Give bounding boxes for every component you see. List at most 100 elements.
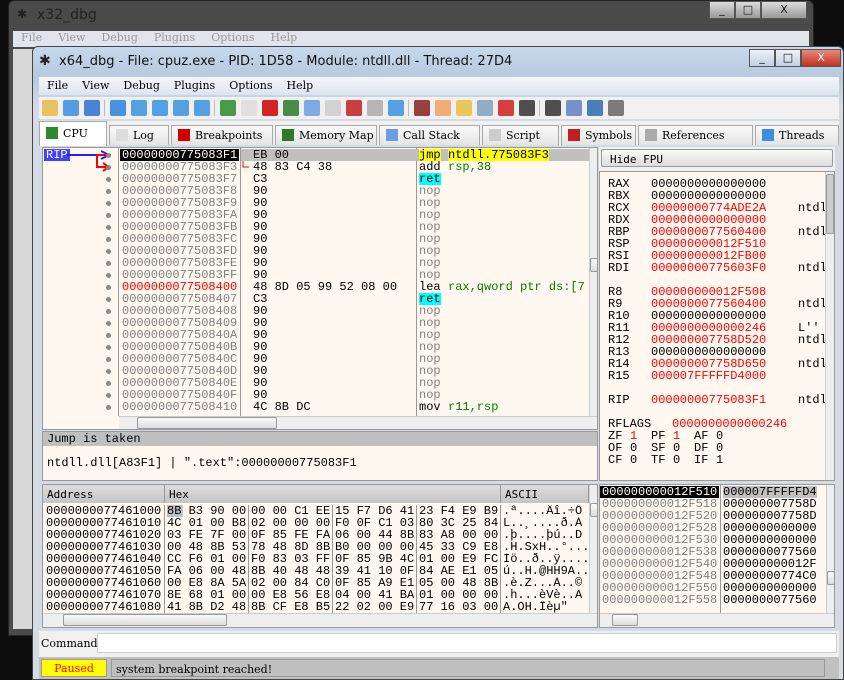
open-folder-button[interactable] [42,100,58,116]
memory-map-button[interactable] [283,100,299,116]
breakpoint-dot[interactable] [106,405,111,410]
calculator-device-button[interactable] [566,100,582,116]
threads-button[interactable] [388,100,404,116]
execute-till-return-button[interactable] [194,100,210,116]
flag-value[interactable]: 1 [716,454,723,466]
strings-button[interactable] [545,100,561,116]
tab-breakpoints[interactable]: Breakpoints [171,125,273,145]
dump-hex-group[interactable]: 77 16 03 00 [419,601,498,613]
register-row[interactable]: RDI 00000000775603F0 ntdl [608,262,828,274]
symbols-button[interactable] [346,100,362,116]
log-button[interactable] [241,100,257,116]
disassembly-view[interactable]: RIP 00000000775083F1 EB 00 jmp ntdll.775083… [42,147,598,430]
bg-menu-options[interactable]: Options [211,31,254,44]
breakpoint-dot[interactable] [106,153,111,158]
menu-debug[interactable]: Debug [115,77,166,92]
tab-log[interactable]: Log [109,125,169,145]
stack-horizontal-scrollbar[interactable] [600,613,834,627]
breakpoint-dot[interactable] [106,369,111,374]
dump-row[interactable]: 0000000077461080 41 8B D2 48 8B CF E8 B5 22… [43,601,589,613]
breakpoint-dot[interactable] [106,165,111,170]
patch-button[interactable] [435,100,451,116]
stack-row[interactable]: 000000000012F558 0000000077560 [600,594,826,606]
disasm-vertical-scrollbar[interactable] [589,148,597,416]
breakpoint-dot[interactable] [106,273,111,278]
pause-button[interactable] [131,100,147,116]
step-into-button[interactable] [152,100,168,116]
maximize-button[interactable]: □ [775,49,801,67]
breakpoint-dot[interactable] [106,309,111,314]
minimize-button[interactable]: _ [749,49,775,67]
flag-value[interactable]: 0 [673,454,680,466]
breakpoint-dot[interactable] [106,213,111,218]
bg-menu-view[interactable]: View [58,31,85,44]
breakpoint-dot[interactable] [106,225,111,230]
cpu-button[interactable] [220,100,236,116]
breakpoint-dot[interactable] [106,249,111,254]
breakpoint-dot[interactable] [106,393,111,398]
registers-view[interactable]: RAX 0000000000000000 RBX 0000000000000000 RC… [599,171,835,481]
menu-help[interactable]: Help [279,77,320,92]
labels-button[interactable] [477,100,493,116]
breakpoint-dot[interactable] [106,189,111,194]
dump-header-ascii[interactable]: ASCII [501,485,589,503]
breakpoint-dot[interactable] [106,261,111,266]
hide-fpu-button[interactable]: Hide FPU [601,149,833,167]
breakpoint-dot[interactable] [106,201,111,206]
dump-hex-group[interactable]: 41 8B D2 48 [167,601,246,613]
tab-cpu[interactable]: CPU [39,121,107,146]
calculator-button[interactable] [608,100,624,116]
tab-threads[interactable]: Threads [755,125,839,145]
breakpoint-dot[interactable] [106,321,111,326]
bg-menu-help[interactable]: Help [271,31,298,44]
breakpoint-dot[interactable] [106,285,111,290]
menu-file[interactable]: File [39,77,74,92]
breakpoint-dot[interactable] [106,177,111,182]
dump-header-hex[interactable]: Hex [165,485,501,503]
register-row[interactable]: RIP 00000000775083F1 ntdl [608,394,828,406]
menu-view[interactable]: View [74,77,115,92]
script-button[interactable] [325,100,341,116]
menu-options[interactable]: Options [221,77,278,92]
dump-horizontal-scrollbar[interactable] [43,613,597,627]
breakpoint-button[interactable] [262,100,278,116]
stack-view[interactable]: 000000000012F510 000007FFFFFD4 00000000001… [599,484,835,628]
restart-button[interactable] [63,100,79,116]
dump-hex-group[interactable]: 22 02 00 E9 [335,601,414,613]
breakpoint-dot[interactable] [106,297,111,302]
breakpoint-dot[interactable] [106,357,111,362]
step-over-button[interactable] [173,100,189,116]
menu-plugins[interactable]: Plugins [166,77,221,92]
memory-dump-view[interactable]: Address Hex ASCII 0000000077461000 8B B3 … [42,484,598,628]
tab-call-stack[interactable]: Call Stack [379,125,480,145]
dump-vertical-scrollbar[interactable] [589,485,597,613]
functions-button[interactable] [519,100,535,116]
tab-script[interactable]: Script [482,125,559,145]
call-stack-button[interactable] [304,100,320,116]
stop-button[interactable] [84,100,100,116]
breakpoint-dot[interactable] [106,237,111,242]
breakpoint-dot[interactable] [106,333,111,338]
registers-scrollbar[interactable] [825,172,834,480]
tab-symbols[interactable]: Symbols [561,125,636,145]
tab-memory-map[interactable]: Memory Map [275,125,377,145]
dump-hex-group[interactable]: 8B CF E8 B5 [251,601,330,613]
bg-menu-debug[interactable]: Debug [101,31,138,44]
command-input[interactable] [97,633,837,653]
tab-references[interactable]: References [638,125,753,145]
close-button[interactable]: X [801,49,841,67]
run-button[interactable] [110,100,126,116]
bg-maximize-button[interactable]: □ [735,1,761,19]
flag-value[interactable]: 0 [630,454,637,466]
register-value[interactable]: 000007FFFFFD4000 [651,370,766,382]
register-value[interactable]: 00000000775083F1 [651,394,766,406]
comments-button[interactable] [456,100,472,116]
disasm-row[interactable]: 0000000077508410 4C 8B DC mov r11,rsp [43,401,589,413]
disasm-horizontal-scrollbar[interactable] [119,416,597,429]
breakpoint-dot[interactable] [106,345,111,350]
register-value[interactable]: 00000000775603F0 [651,262,766,274]
globe-button[interactable] [587,100,603,116]
register-row[interactable]: R15 000007FFFFFD4000 [608,370,828,382]
scylla-button[interactable] [414,100,430,116]
dump-header-address[interactable]: Address [43,485,165,503]
